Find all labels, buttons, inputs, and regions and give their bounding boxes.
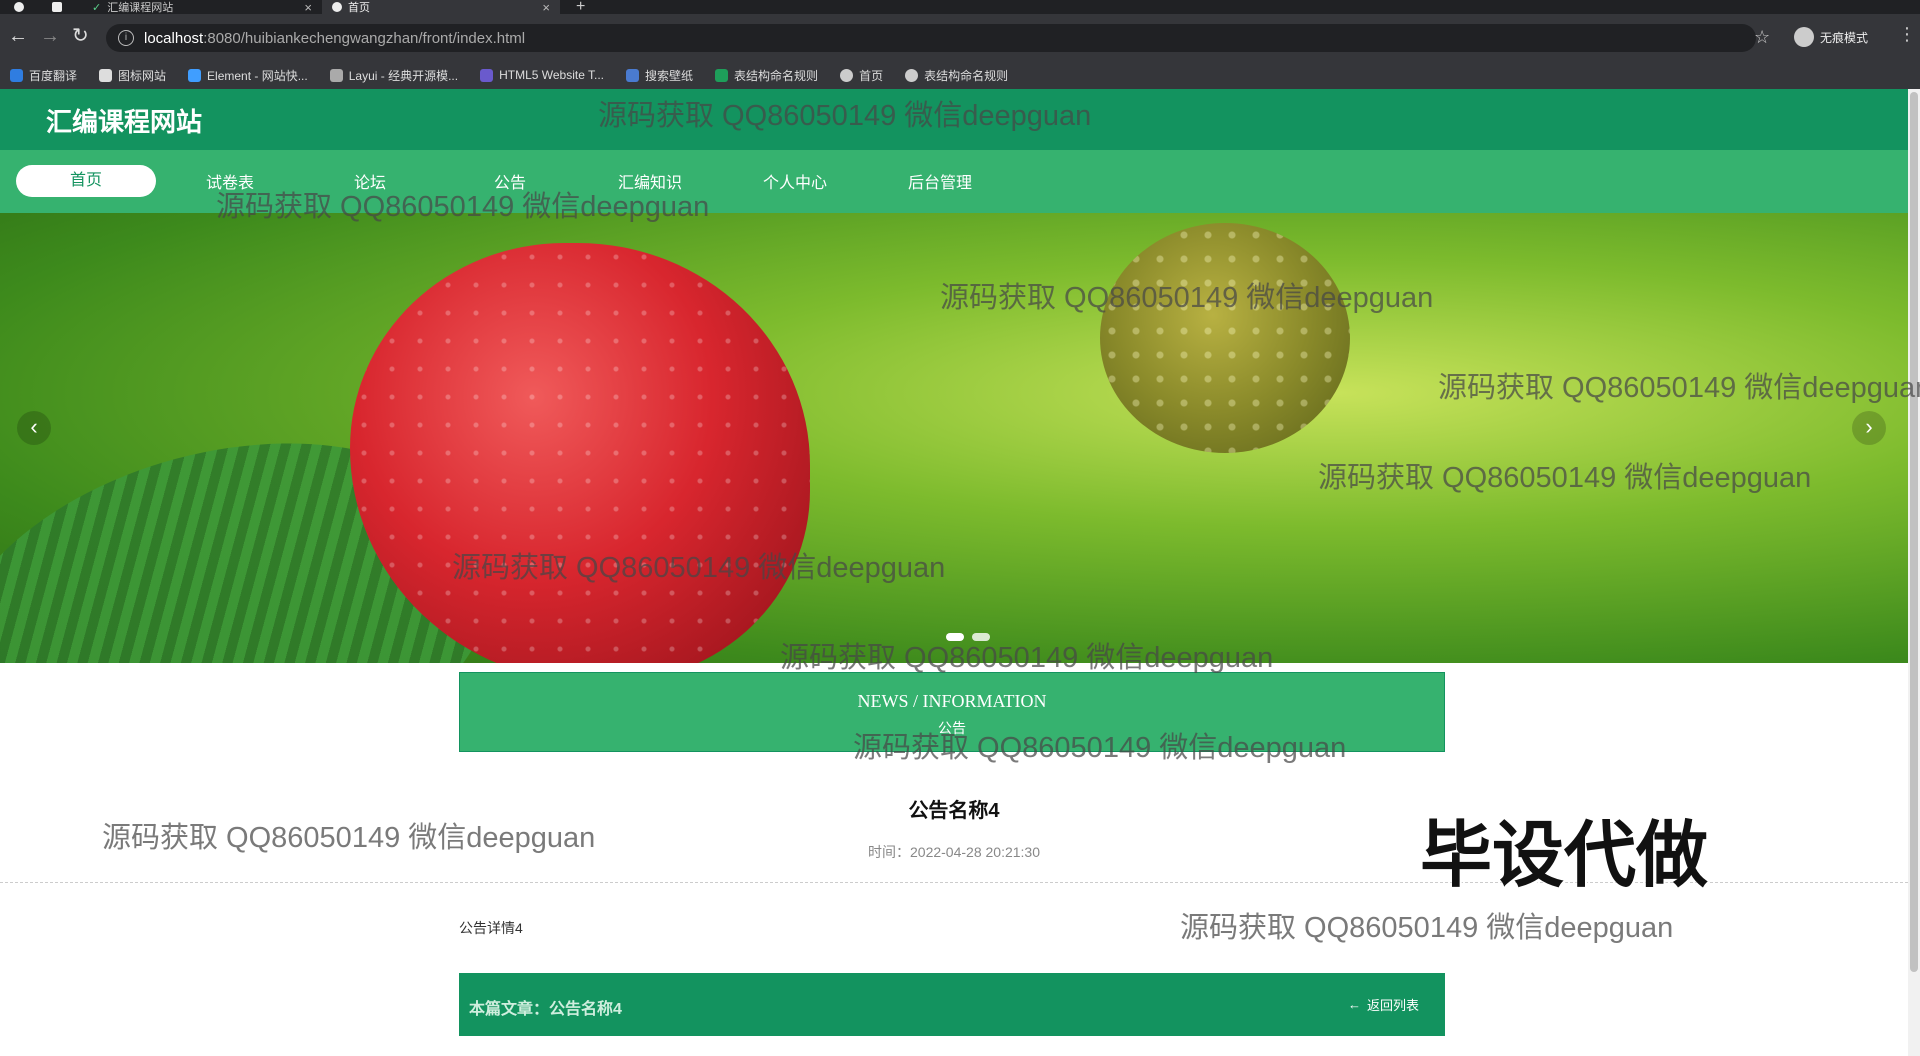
back-arrow-icon[interactable]: ← (8, 26, 28, 46)
watermark: 源码获取 QQ86050149 微信deepguan (940, 282, 1434, 314)
url-text: localhost:8080/huibiankechengwangzhan/fr… (144, 30, 525, 47)
tab-globe-icon (332, 2, 342, 12)
time-label: 时间： (868, 844, 910, 860)
watermark: 源码获取 QQ86050149 微信deepguan (598, 100, 1092, 132)
nav-item-home[interactable]: 首页 (16, 165, 156, 197)
watermark: 源码获取 QQ86050149 微信deepguan (780, 642, 1274, 674)
site-title[interactable]: 汇编课程网站 (46, 102, 202, 139)
bookmark-item[interactable]: 百度翻译 (10, 67, 77, 84)
new-tab-icon[interactable]: + (576, 0, 585, 15)
arrow-left-icon: ← (1347, 997, 1361, 1012)
bookmark-star-icon[interactable]: ☆ (1754, 27, 1770, 48)
watermark: 源码获取 QQ86050149 微信deepguan (452, 552, 946, 584)
url-path: :8080/huibiankechengwangzhan/front/index… (203, 29, 526, 47)
bookmark-item[interactable]: 表结构命名规则 (905, 67, 1008, 84)
bookmark-item[interactable]: 首页 (840, 67, 883, 84)
scrollbar-thumb[interactable] (1910, 92, 1918, 972)
bookmark-item[interactable]: Layui - 经典开源模... (329, 67, 458, 84)
bookmark-item[interactable]: Element - 网站快... (188, 67, 308, 84)
back-to-list-button[interactable]: ← 返回列表 (1348, 995, 1419, 1014)
incognito-icon (1794, 27, 1814, 47)
carousel-prev-icon[interactable]: ‹ (17, 411, 51, 445)
bookmark-item[interactable]: 图标网站 (99, 67, 166, 84)
windows-icon (52, 0, 62, 14)
bookmark-item[interactable]: 搜索壁纸 (626, 67, 693, 84)
article-body: 公告详情4 (459, 920, 523, 936)
article-footer-bar: 本篇文章：公告名称4 ← 返回列表 (459, 973, 1445, 1036)
incognito-profile[interactable]: 无痕模式 (1794, 27, 1868, 47)
watermark: 源码获取 QQ86050149 微信deepguan (853, 732, 1347, 764)
watermark: 源码获取 QQ86050149 微信deepguan (1318, 462, 1812, 494)
watermark: 源码获取 QQ86050149 微信deepguan (1438, 372, 1920, 404)
url-host: localhost (144, 29, 204, 47)
bookmark-item[interactable]: 表结构命名规则 (715, 67, 818, 84)
bookmarks-bar: 百度翻译 图标网站 Element - 网站快... Layui - 经典开源模… (0, 61, 1920, 89)
current-article: 本篇文章：公告名称4 (469, 1001, 622, 1018)
watermark: 源码获取 QQ86050149 微信deepguan (1180, 912, 1674, 944)
tab-close-icon[interactable]: × (304, 0, 312, 15)
tab-close-icon[interactable]: × (542, 0, 550, 15)
banner-unripe-berry (1100, 223, 1350, 453)
nav-item-profile[interactable]: 个人中心 (735, 169, 855, 199)
browser-menu-icon[interactable]: ⋮ (1898, 24, 1916, 45)
tab-check-icon: ✓ (92, 1, 102, 14)
watermark: 源码获取 QQ86050149 微信deepguan (102, 822, 596, 854)
nav-item-admin[interactable]: 后台管理 (880, 169, 1000, 199)
bookmark-item[interactable]: HTML5 Website T... (480, 68, 604, 82)
forward-arrow-icon[interactable]: → (40, 26, 60, 46)
reload-icon[interactable]: ↻ (72, 26, 89, 46)
site-info-icon[interactable]: i (118, 30, 134, 46)
time-value: 2022-04-28 20:21:30 (910, 844, 1040, 860)
banner-raspberry (350, 243, 810, 663)
news-title-en: NEWS / INFORMATION (857, 691, 1047, 711)
browser-logo-icon (14, 0, 24, 14)
browser-tab-1[interactable]: ✓ 汇编课程网站 × (92, 0, 312, 15)
browser-tab-2[interactable]: 首页 × (322, 0, 560, 15)
address-bar[interactable]: i localhost:8080/huibiankechengwangzhan/… (106, 24, 1756, 52)
watermark: 源码获取 QQ86050149 微信deepguan (216, 191, 710, 223)
promo-stamp: 毕设代做 (1420, 816, 1709, 896)
carousel-next-icon[interactable]: › (1852, 411, 1886, 445)
